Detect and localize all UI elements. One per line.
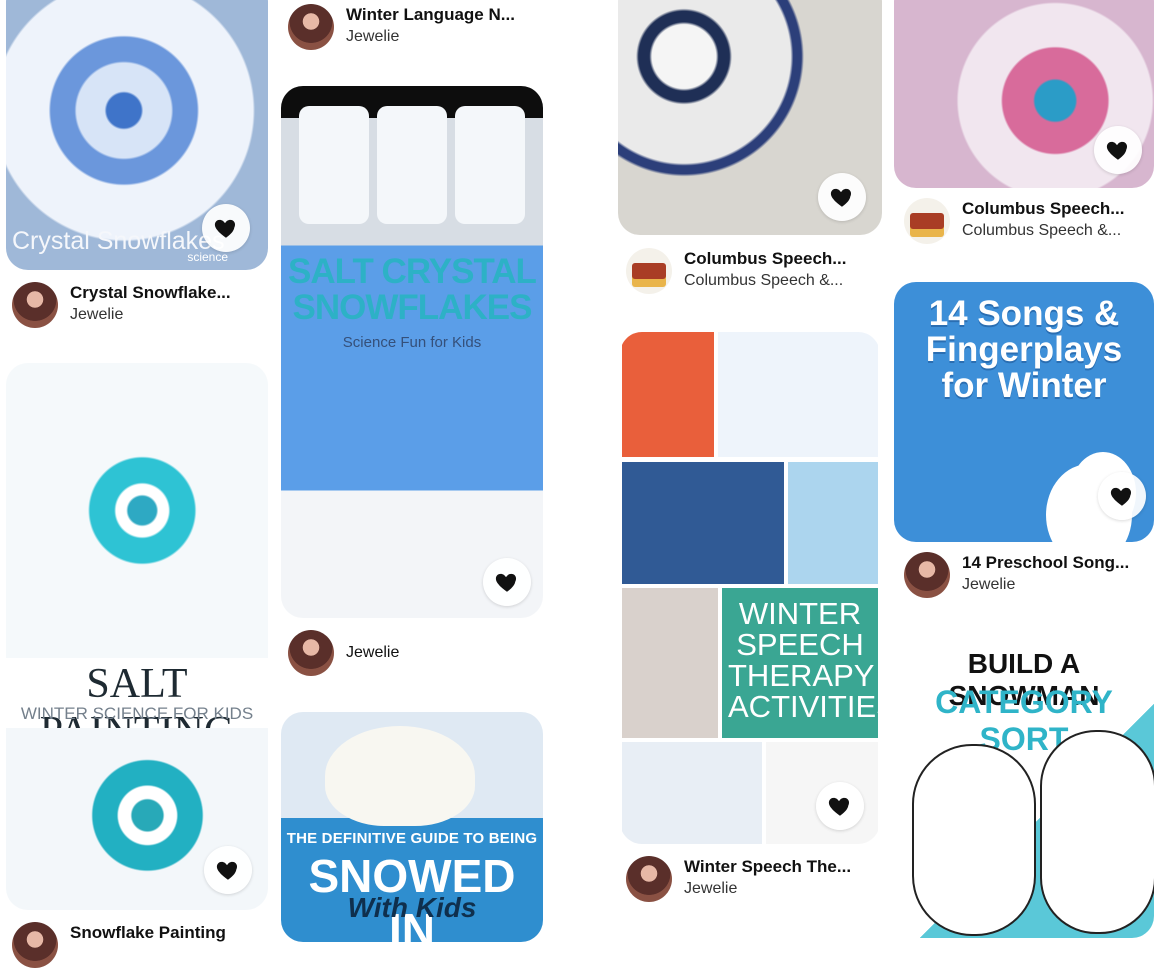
image-headline: SALT CRYSTAL SNOWFLAKES — [288, 252, 537, 327]
pin-meta: Jewelie — [288, 630, 399, 676]
pin-image-crystal-snowflake[interactable]: Crystal Snowflakes science — [6, 0, 268, 270]
save-heart-button[interactable] — [483, 558, 531, 606]
pin-subtitle[interactable]: Columbus Speech &... — [684, 270, 846, 292]
pin-image-snowed-in[interactable]: THE DEFINITIVE GUIDE TO BEING SNOWED IN … — [281, 712, 543, 942]
avatar — [12, 282, 58, 328]
image-headline: 14 Songs & Fingerplays for Winter — [925, 294, 1123, 405]
heart-icon — [1110, 487, 1132, 506]
save-heart-button[interactable] — [1098, 472, 1146, 520]
pin-meta: Snowflake Painting — [12, 922, 226, 968]
pin-meta: Winter Speech The... Jewelie — [626, 856, 851, 902]
save-heart-button[interactable] — [818, 173, 866, 221]
image-subheadline: Science Fun for Kids — [342, 334, 482, 351]
pin-subtitle[interactable]: Columbus Speech &... — [962, 220, 1124, 242]
heart-icon — [1106, 141, 1128, 160]
pin-title[interactable]: Snowflake Painting — [70, 922, 226, 944]
image-script-text: With Kids — [347, 892, 477, 923]
image-headline: WINTER SPEECH THERAPY ACTIVITIES — [728, 596, 880, 724]
avatar — [626, 856, 672, 902]
heart-icon — [830, 188, 852, 207]
pin-meta: Crystal Snowflake... Jewelie — [12, 282, 231, 328]
pin-meta: 14 Preschool Song... Jewelie — [904, 552, 1129, 598]
avatar — [626, 248, 672, 294]
avatar — [288, 630, 334, 676]
pin-image-winter-sensory-bin[interactable] — [618, 0, 882, 235]
pin-subtitle[interactable]: Jewelie — [962, 574, 1129, 596]
pin-image-build-a-snowman[interactable]: BUILD A SNOWMAN CATEGORY SORT — [894, 640, 1154, 938]
image-subheadline: WINTER SCIENCE FOR KIDS — [20, 704, 254, 723]
pin-image-coffee-filter-art[interactable] — [894, 0, 1154, 188]
pin-subtitle[interactable]: Jewelie — [70, 304, 231, 326]
pin-title[interactable]: Crystal Snowflake... — [70, 282, 231, 304]
pin-title[interactable]: 14 Preschool Song... — [962, 552, 1129, 574]
avatar — [288, 4, 334, 50]
heart-icon — [214, 219, 236, 238]
pin-image-winter-speech-therapy[interactable]: WINTER SPEECH THERAPY ACTIVITIES — [620, 332, 880, 844]
avatar — [904, 198, 950, 244]
pin-title[interactable]: Columbus Speech... — [962, 198, 1124, 220]
save-heart-button[interactable] — [202, 204, 250, 252]
pin-subtitle[interactable]: Jewelie — [684, 878, 851, 900]
save-heart-button[interactable] — [204, 846, 252, 894]
pin-subtitle[interactable]: Jewelie — [346, 26, 515, 48]
avatar — [12, 922, 58, 968]
avatar — [904, 552, 950, 598]
pin-image-salt-crystal-snowflakes[interactable]: SALT CRYSTAL SNOWFLAKES Science Fun for … — [281, 86, 543, 618]
image-headline: THE DEFINITIVE GUIDE TO BEING — [286, 830, 538, 847]
heart-icon — [216, 861, 238, 880]
pin-title[interactable]: Winter Speech The... — [684, 856, 851, 878]
pin-image-14-songs-fingerplays[interactable]: 14 Songs & Fingerplays for Winter — [894, 282, 1154, 542]
pin-image-salt-painting[interactable]: SALT PAINTING WINTER SCIENCE FOR KIDS — [6, 363, 268, 910]
heart-icon — [828, 797, 850, 816]
save-heart-button[interactable] — [816, 782, 864, 830]
pin-meta: Winter Language N... Jewelie — [288, 4, 515, 50]
pin-title[interactable]: Winter Language N... — [346, 4, 515, 26]
image-subcaption: science — [187, 250, 228, 264]
save-heart-button[interactable] — [1094, 126, 1142, 174]
pin-subtitle[interactable]: Jewelie — [346, 642, 399, 664]
pin-title[interactable]: Columbus Speech... — [684, 248, 846, 270]
heart-icon — [495, 573, 517, 592]
pin-meta: Columbus Speech... Columbus Speech &... — [626, 248, 846, 294]
pin-meta: Columbus Speech... Columbus Speech &... — [904, 198, 1124, 244]
